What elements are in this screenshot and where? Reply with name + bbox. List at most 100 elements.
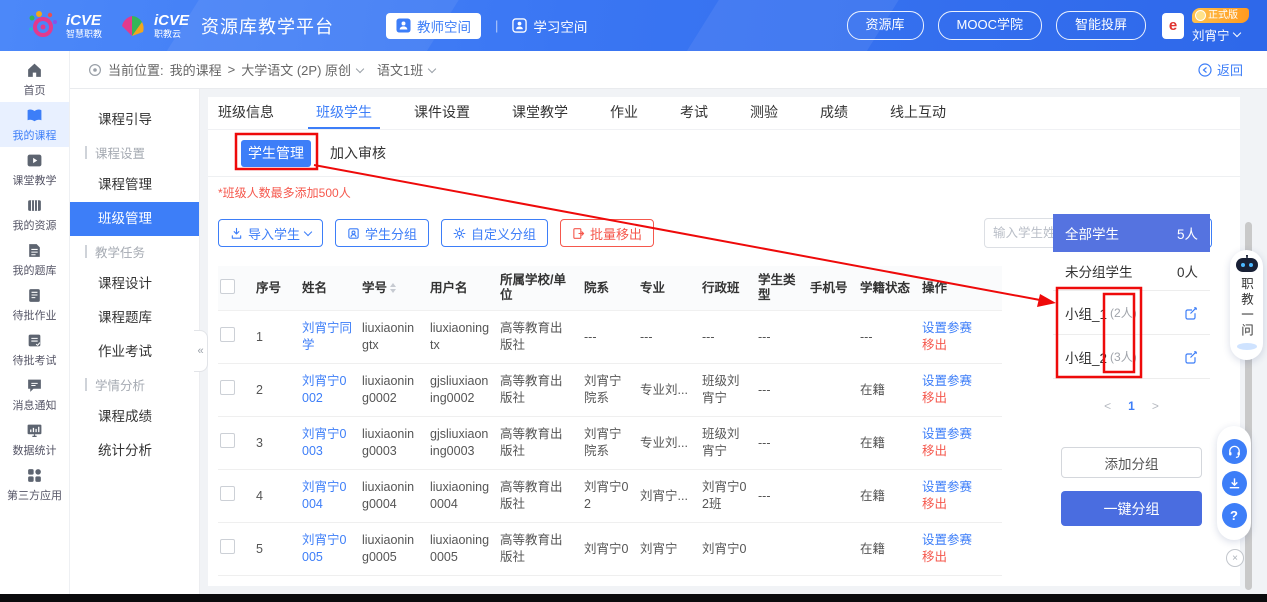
sidebar-collapse-handle[interactable]: « [194,330,208,372]
tab-courseware-settings[interactable]: 课件设置 [414,97,470,129]
col-status: 学籍状态 [860,266,922,311]
row-checkbox[interactable] [220,539,235,554]
all-students-header[interactable]: 全部学生 5人 [1053,214,1210,252]
set-contest-link[interactable]: 设置参赛 [922,426,992,443]
next-page-button[interactable]: > [1152,399,1159,413]
prev-page-button[interactable]: < [1104,399,1111,413]
sidebar-item-classroom-teaching[interactable]: 课堂教学 [0,147,69,192]
back-link[interactable]: 返回 [1198,60,1243,79]
student-grouping-button[interactable]: 学生分组 [335,219,429,247]
tab-homework[interactable]: 作业 [610,97,638,129]
col-student-id[interactable]: 学号 [362,266,430,311]
remove-link[interactable]: 移出 [922,549,992,566]
breadcrumb-course[interactable]: 大学语文 (2P) 原创 [241,60,351,79]
group-row[interactable]: 小组_2 (3人) [1053,335,1210,379]
logo1-sub: 智慧职教 [66,30,102,39]
sidebar-item-notifications[interactable]: 消息通知 [0,372,69,417]
download-button[interactable] [1222,471,1247,496]
remove-link[interactable]: 移出 [922,443,992,460]
batch-remove-button[interactable]: 批量移出 [560,219,654,247]
remove-link[interactable]: 移出 [922,390,992,407]
student-space-link[interactable]: 学习空间 [512,16,587,36]
remove-doc-icon [572,227,585,240]
menu-item-course-guide[interactable]: 课程引导 [70,103,199,137]
table-row: 2 刘宵宁0002 liuxiaoning0002 gjsliuxiaoning… [218,364,1002,417]
current-page[interactable]: 1 [1128,399,1135,413]
resource-library-button[interactable]: 资源库 [847,11,924,40]
menu-item-course-question-bank[interactable]: 课程题库 [70,301,199,335]
auto-group-button[interactable]: 一键分组 [1061,491,1202,526]
menu-item-course-design[interactable]: 课程设计 [70,267,199,301]
set-contest-link[interactable]: 设置参赛 [922,373,992,390]
menu-item-class-management[interactable]: 班级管理 [70,202,199,236]
cell-student-type: --- [758,311,810,364]
ungrouped-students-row[interactable]: 未分组学生 0人 [1053,252,1210,291]
cell-student-type [758,523,810,576]
custom-grouping-button[interactable]: 自定义分组 [441,219,548,247]
row-checkbox[interactable] [220,486,235,501]
sidebar-item-pending-exams[interactable]: 待批考试 [0,327,69,372]
tab-classroom-teaching[interactable]: 课堂教学 [512,97,568,129]
user-menu[interactable]: 刘宵宁 [1192,25,1249,44]
row-checkbox[interactable] [220,380,235,395]
cell-name-link[interactable]: 刘宵宁0005 [302,523,362,576]
sidebar-item-my-courses[interactable]: 我的课程 [0,102,69,147]
floating-action-pill: ? [1217,426,1251,540]
select-all-checkbox[interactable] [220,279,235,294]
tab-class-students[interactable]: 班级学生 [316,97,372,129]
subtab-student-management[interactable]: 学生管理 [241,140,311,167]
cell-name-link[interactable]: 刘宵宁同学 [302,311,362,364]
edit-group-button[interactable] [1184,350,1198,364]
sort-icon[interactable] [390,283,396,293]
menu-item-statistical-analysis[interactable]: 统计分析 [70,434,199,468]
set-contest-link[interactable]: 设置参赛 [922,532,992,549]
space-divider: | [495,18,498,33]
remove-link[interactable]: 移出 [922,496,992,513]
sidebar-item-my-resources[interactable]: 我的资源 [0,192,69,237]
subtab-join-review[interactable]: 加入审核 [330,143,386,163]
help-button[interactable]: ? [1222,503,1247,528]
resources-icon [26,197,43,214]
homework-icon [26,287,43,304]
tab-online-interaction[interactable]: 线上互动 [890,97,946,129]
sidebar-item-my-question-bank[interactable]: 我的题库 [0,237,69,282]
sidebar-item-home[interactable]: 首页 [0,57,69,102]
sidebar-item-pending-homework[interactable]: 待批作业 [0,282,69,327]
teacher-space-button[interactable]: 教师空间 [386,13,481,39]
group-row[interactable]: 小组_1 (2人) [1053,291,1210,335]
tab-class-info[interactable]: 班级信息 [218,97,274,129]
set-contest-link[interactable]: 设置参赛 [922,479,992,496]
edit-group-button[interactable] [1184,306,1198,320]
message-icon [26,377,43,394]
sidebar-item-statistics[interactable]: 数据统计 [0,417,69,462]
add-group-button[interactable]: 添加分组 [1061,447,1202,478]
set-contest-link[interactable]: 设置参赛 [922,320,992,337]
menu-item-course-grades[interactable]: 课程成绩 [70,400,199,434]
close-widget-button[interactable]: × [1226,549,1244,567]
row-checkbox[interactable] [220,327,235,342]
cell-major: 专业刘... [640,364,702,417]
sidebar-item-third-party-apps[interactable]: 第三方应用 [0,462,69,507]
cell-department: 刘宵宁0 [584,523,640,576]
menu-item-homework-exam[interactable]: 作业考试 [70,335,199,369]
smart-cast-button[interactable]: 智能投屏 [1056,11,1146,40]
breadcrumb-root[interactable]: 我的课程 [170,60,222,79]
tab-exam[interactable]: 考试 [680,97,708,129]
menu-item-course-management[interactable]: 课程管理 [70,168,199,202]
icve-app-icon[interactable]: e [1162,13,1184,39]
breadcrumb-class[interactable]: 语文1班 [377,60,423,79]
table-row: 3 刘宵宁0003 liuxiaoning0003 gjsliuxiaoning… [218,417,1002,470]
assistant-widget[interactable]: 职教一问 [1230,250,1263,360]
tab-quiz[interactable]: 测验 [750,97,778,129]
remove-link[interactable]: 移出 [922,337,992,354]
chevron-down-icon[interactable] [356,64,364,72]
cell-name-link[interactable]: 刘宵宁0002 [302,364,362,417]
cell-name-link[interactable]: 刘宵宁0004 [302,470,362,523]
customer-service-button[interactable] [1222,439,1247,464]
chevron-down-icon[interactable] [428,64,436,72]
import-students-button[interactable]: 导入学生 [218,219,323,247]
tab-grades[interactable]: 成绩 [820,97,848,129]
mooc-college-button[interactable]: MOOC学院 [938,11,1042,40]
row-checkbox[interactable] [220,433,235,448]
cell-name-link[interactable]: 刘宵宁0003 [302,417,362,470]
